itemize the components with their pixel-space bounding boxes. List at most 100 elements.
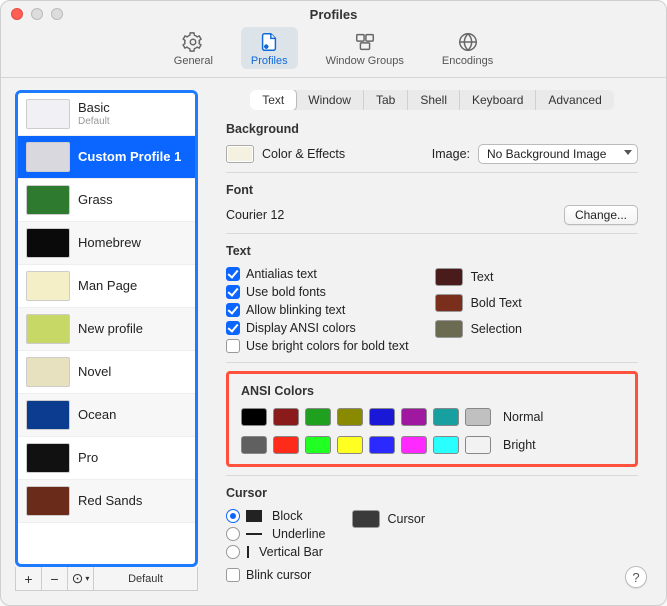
- tab-tab[interactable]: Tab: [364, 90, 408, 110]
- ansi-color-well[interactable]: [465, 436, 491, 454]
- profile-name: Pro: [78, 451, 98, 466]
- ansi-color-well[interactable]: [305, 408, 331, 426]
- profile-list-footer: + − ⊙▾ Default: [15, 567, 198, 591]
- radio[interactable]: [226, 527, 240, 541]
- cursor-color-well[interactable]: [352, 510, 380, 528]
- tab-shell[interactable]: Shell: [408, 90, 460, 110]
- toolbar-item-general[interactable]: General: [164, 27, 223, 69]
- text-option[interactable]: Display ANSI colors: [226, 321, 409, 335]
- ansi-color-well[interactable]: [401, 408, 427, 426]
- help-button[interactable]: ?: [625, 566, 647, 588]
- toolbar-item-window-groups[interactable]: Window Groups: [316, 27, 414, 69]
- text-color-row: Text: [435, 268, 522, 286]
- settings-panel: TextWindowTabShellKeyboardAdvanced Backg…: [212, 90, 652, 591]
- text-option[interactable]: Allow blinking text: [226, 303, 409, 317]
- color-well[interactable]: [435, 268, 463, 286]
- tab-window[interactable]: Window: [296, 90, 364, 110]
- background-image-popup[interactable]: No Background Image: [478, 144, 638, 164]
- text-option[interactable]: Use bright colors for bold text: [226, 339, 409, 353]
- text-color-row: Selection: [435, 320, 522, 338]
- radio-label: Block: [272, 509, 303, 523]
- ansi-color-well[interactable]: [273, 436, 299, 454]
- remove-profile-button[interactable]: −: [42, 567, 68, 590]
- ansi-color-well[interactable]: [433, 436, 459, 454]
- checkbox[interactable]: [226, 568, 240, 582]
- current-font-label: Courier 12: [226, 208, 284, 222]
- profile-name: New profile: [78, 322, 143, 337]
- profile-row[interactable]: Novel: [18, 351, 195, 394]
- profile-actions-menu[interactable]: ⊙▾: [68, 567, 94, 590]
- radio[interactable]: [226, 545, 240, 559]
- checkbox[interactable]: [226, 303, 240, 317]
- profile-name: Red Sands: [78, 494, 142, 509]
- color-well[interactable]: [435, 294, 463, 312]
- set-default-button[interactable]: Default: [94, 573, 197, 585]
- ansi-color-well[interactable]: [465, 408, 491, 426]
- font-heading: Font: [226, 183, 638, 197]
- ansi-color-well[interactable]: [337, 408, 363, 426]
- cursor-swatch-col: Cursor: [352, 508, 426, 583]
- change-font-button[interactable]: Change...: [564, 205, 638, 225]
- checkbox[interactable]: [226, 285, 240, 299]
- tab-keyboard[interactable]: Keyboard: [460, 90, 536, 110]
- background-color-well[interactable]: [226, 145, 254, 163]
- profile-row[interactable]: Man Page: [18, 265, 195, 308]
- profile-row[interactable]: Custom Profile 1: [18, 136, 195, 179]
- checkbox-label: Allow blinking text: [246, 303, 345, 317]
- text-option[interactable]: Antialias text: [226, 267, 409, 281]
- blink-cursor-option[interactable]: Blink cursor: [226, 568, 326, 582]
- toolbar-label: General: [174, 55, 213, 67]
- profile-row[interactable]: BasicDefault: [18, 93, 195, 136]
- toolbar-item-encodings[interactable]: Encodings: [432, 27, 503, 69]
- profile-name: Basic: [78, 101, 110, 116]
- minimize-window-button[interactable]: [31, 8, 43, 20]
- text-options-row: Antialias text Use bold fonts Allow blinki…: [226, 266, 638, 354]
- toolbar-label: Encodings: [442, 55, 493, 67]
- profile-row[interactable]: New profile: [18, 308, 195, 351]
- tab-text[interactable]: Text: [250, 90, 297, 110]
- window-title: Profiles: [1, 7, 666, 22]
- tab-advanced[interactable]: Advanced: [536, 90, 613, 110]
- text-swatches: TextBold TextSelection: [435, 266, 522, 354]
- profile-list[interactable]: BasicDefaultCustom Profile 1GrassHomebre…: [15, 90, 198, 567]
- image-label: Image:: [432, 147, 470, 161]
- profile-row[interactable]: Ocean: [18, 394, 195, 437]
- cursor-option[interactable]: Underline: [226, 527, 326, 541]
- ansi-color-well[interactable]: [273, 408, 299, 426]
- preferences-toolbar: General Profiles Window Groups Encodings: [1, 27, 666, 78]
- text-option[interactable]: Use bold fonts: [226, 285, 409, 299]
- ansi-row-label: Bright: [503, 438, 536, 452]
- cursor-option[interactable]: Vertical Bar: [226, 545, 326, 559]
- ansi-heading: ANSI Colors: [241, 384, 623, 398]
- checkbox[interactable]: [226, 339, 240, 353]
- cursor-option[interactable]: Block: [226, 509, 326, 523]
- radio[interactable]: [226, 509, 240, 523]
- close-window-button[interactable]: [11, 8, 23, 20]
- add-profile-button[interactable]: +: [16, 567, 42, 590]
- profile-row[interactable]: Red Sands: [18, 480, 195, 523]
- ansi-color-well[interactable]: [305, 436, 331, 454]
- cursor-options: Block Underline Vertical Bar Blink cursor: [226, 508, 326, 583]
- profile-row[interactable]: Pro: [18, 437, 195, 480]
- content-area: BasicDefaultCustom Profile 1GrassHomebre…: [1, 78, 666, 605]
- zoom-window-button[interactable]: [51, 8, 63, 20]
- ansi-color-well[interactable]: [369, 408, 395, 426]
- profile-row[interactable]: Grass: [18, 179, 195, 222]
- ansi-color-well[interactable]: [369, 436, 395, 454]
- cursor-swatch-label: Cursor: [388, 512, 426, 526]
- ansi-color-well[interactable]: [337, 436, 363, 454]
- checkbox[interactable]: [226, 321, 240, 335]
- color-well[interactable]: [435, 320, 463, 338]
- ansi-color-well[interactable]: [241, 408, 267, 426]
- font-row: Courier 12 Change...: [226, 205, 638, 225]
- toolbar-item-profiles[interactable]: Profiles: [241, 27, 298, 69]
- ansi-color-well[interactable]: [401, 436, 427, 454]
- ansi-color-well[interactable]: [433, 408, 459, 426]
- profile-row[interactable]: Homebrew: [18, 222, 195, 265]
- globe-icon: [456, 31, 480, 53]
- ansi-color-well[interactable]: [241, 436, 267, 454]
- checkbox[interactable]: [226, 267, 240, 281]
- divider: [226, 172, 638, 173]
- color-effects-label: Color & Effects: [262, 147, 345, 161]
- color-label: Text: [471, 270, 494, 284]
